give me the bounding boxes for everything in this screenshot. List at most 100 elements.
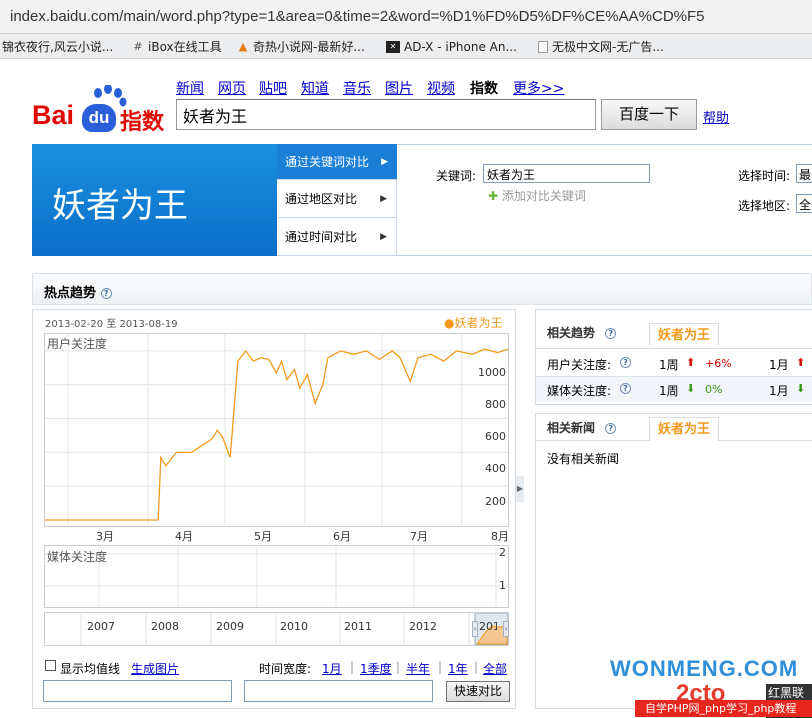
x-tick-label: 4月 xyxy=(175,530,193,543)
chart-svg xyxy=(45,334,508,526)
y-tick-label: 200 xyxy=(485,495,506,508)
related-news-label: 相关新闻 xyxy=(547,421,596,435)
trend-change: +6% xyxy=(705,357,732,370)
scroller-left-handle[interactable]: ‹ xyxy=(472,621,478,637)
keyword-input[interactable]: 妖者为王 xyxy=(483,164,650,183)
user-attention-chart[interactable] xyxy=(44,333,509,527)
nav-news[interactable]: 新闻 xyxy=(176,78,204,98)
flame-icon: ▲ xyxy=(238,39,248,53)
watermark-strip: 自学PHP网_php学习_php教程 xyxy=(635,700,812,717)
bookmark-item[interactable]: 无极中文网-无广告... xyxy=(538,38,664,55)
help-icon[interactable]: ? xyxy=(100,288,112,299)
baidu-index-logo[interactable]: Bai du 指数 xyxy=(32,85,167,136)
bookmarks-bar: 锦衣夜行,风云小说... # iBox在线工具 ▲ 奇热小说网-最新好... ✕… xyxy=(0,34,812,59)
arrow-up-icon: ⬆ xyxy=(686,356,696,369)
bookmark-item[interactable]: 锦衣夜行,风云小说... xyxy=(2,38,113,55)
media-attention-chart[interactable] xyxy=(44,545,509,608)
related-trend-tab[interactable]: 妖者为王 xyxy=(649,323,719,347)
trend-row-label: 用户关注度: xyxy=(547,358,612,372)
bookmark-item[interactable]: ✕ AD-X - iPhone An... xyxy=(386,38,517,55)
span-1-year[interactable]: 1年 xyxy=(448,660,468,677)
tab-keyword-compare[interactable]: 通过关键词对比 ▶ xyxy=(277,144,397,180)
related-news-tab[interactable]: 妖者为王 xyxy=(649,417,719,441)
y-tick-label: 400 xyxy=(485,462,506,475)
related-news-title: 相关新闻 ? xyxy=(547,419,617,436)
span-1-quarter[interactable]: 1季度 xyxy=(360,660,392,677)
compare-keyword-input-1[interactable] xyxy=(43,680,232,702)
separator: | xyxy=(438,660,443,674)
hot-trend-title: 热点趋势 ? xyxy=(44,282,112,301)
logo-du: du xyxy=(82,104,116,132)
series-line[interactable] xyxy=(45,348,508,521)
hot-trend-header xyxy=(32,273,812,305)
banner-keyword: 妖者为王 xyxy=(52,186,188,226)
tab-area-compare[interactable]: 通过地区对比 ▶ xyxy=(277,180,397,218)
related-trend-label: 相关趋势 xyxy=(547,326,596,340)
nav-web[interactable]: 网页 xyxy=(218,78,246,98)
date-range: 2013-02-20 至 2013-08-19 xyxy=(45,319,178,330)
bookmark-label: iBox在线工具 xyxy=(148,40,222,54)
hash-icon: # xyxy=(133,39,143,53)
collapse-arrow-icon[interactable]: ▶ xyxy=(516,476,524,502)
trend-period: 1周 xyxy=(659,384,679,398)
bookmark-label: 锦衣夜行,风云小说... xyxy=(2,40,114,54)
nav-index[interactable]: 指数 xyxy=(470,78,498,98)
nav-video[interactable]: 视频 xyxy=(427,78,455,98)
year-label: 2010 xyxy=(280,620,308,633)
page-icon xyxy=(538,40,548,53)
help-icon[interactable]: ? xyxy=(620,383,631,394)
nav-images[interactable]: 图片 xyxy=(385,78,413,98)
search-button[interactable]: 百度一下 xyxy=(601,99,697,130)
separator: | xyxy=(474,660,479,674)
span-half-year[interactable]: 半年 xyxy=(406,660,430,677)
plus-icon: ✚ xyxy=(488,189,499,203)
show-average-checkbox[interactable] xyxy=(45,660,56,671)
span-1-month[interactable]: 1月 xyxy=(322,660,342,677)
chart-legend[interactable]: ●妖者为王 xyxy=(444,314,502,331)
scroller-right-handle[interactable]: ‹ xyxy=(503,621,509,637)
url-text[interactable]: index.baidu.com/main/word.php?type=1&are… xyxy=(10,8,705,25)
span-all[interactable]: 全部 xyxy=(483,660,507,677)
separator: | xyxy=(350,660,355,674)
nav-music[interactable]: 音乐 xyxy=(343,78,371,98)
logo-text: Bai xyxy=(32,100,75,130)
hot-trend-label: 热点趋势 xyxy=(44,286,97,301)
search-input[interactable]: 妖者为王 xyxy=(176,99,596,130)
trend-period: 1月 xyxy=(769,358,789,372)
user-attention-label: 用户关注度 xyxy=(47,337,108,351)
bookmark-label: AD-X - iPhone An... xyxy=(404,39,517,54)
year-label: 2012 xyxy=(409,620,437,633)
arrow-down-icon: ⬇ xyxy=(796,382,806,395)
help-icon[interactable]: ? xyxy=(620,357,631,368)
help-icon[interactable]: ? xyxy=(605,328,617,339)
bookmark-item[interactable]: ▲ 奇热小说网-最新好... xyxy=(237,38,365,55)
time-select[interactable]: 最 xyxy=(796,164,812,183)
x-tick-label: 5月 xyxy=(254,530,272,543)
year-label: 2009 xyxy=(216,620,244,633)
bookmark-item[interactable]: # iBox在线工具 xyxy=(132,38,222,55)
x-tick-label: 3月 xyxy=(96,530,114,543)
trend-row-label: 媒体关注度: xyxy=(547,384,612,398)
year-label: 2007 xyxy=(87,620,115,633)
arrow-down-icon: ⬇ xyxy=(686,382,696,395)
help-link[interactable]: 帮助 xyxy=(703,107,729,126)
address-bar[interactable]: index.baidu.com/main/word.php?type=1&are… xyxy=(0,0,812,34)
chevron-right-icon: ▶ xyxy=(380,194,387,204)
tab-label: 通过关键词对比 xyxy=(285,155,370,169)
bookmark-label: 奇热小说网-最新好... xyxy=(253,40,365,54)
nav-zhidao[interactable]: 知道 xyxy=(301,78,329,98)
quick-compare-button[interactable]: 快速对比 xyxy=(446,681,510,702)
bookmark-label: 无极中文网-无广告... xyxy=(552,40,664,54)
nav-tieba[interactable]: 贴吧 xyxy=(259,78,287,98)
x-tick-label: 7月 xyxy=(410,530,428,543)
nav-more[interactable]: 更多>> xyxy=(513,78,564,98)
year-label: 2011 xyxy=(344,620,372,633)
tab-time-compare[interactable]: 通过时间对比 ▶ xyxy=(277,218,397,256)
area-select[interactable]: 全 xyxy=(796,194,812,213)
help-icon[interactable]: ? xyxy=(605,423,617,434)
add-compare-keyword[interactable]: ✚ 添加对比关键词 xyxy=(488,187,586,204)
chevron-right-icon: ▶ xyxy=(380,232,387,242)
chevron-right-icon: ▶ xyxy=(381,157,388,167)
generate-image-link[interactable]: 生成图片 xyxy=(131,660,179,677)
compare-keyword-input-2[interactable] xyxy=(244,680,433,702)
